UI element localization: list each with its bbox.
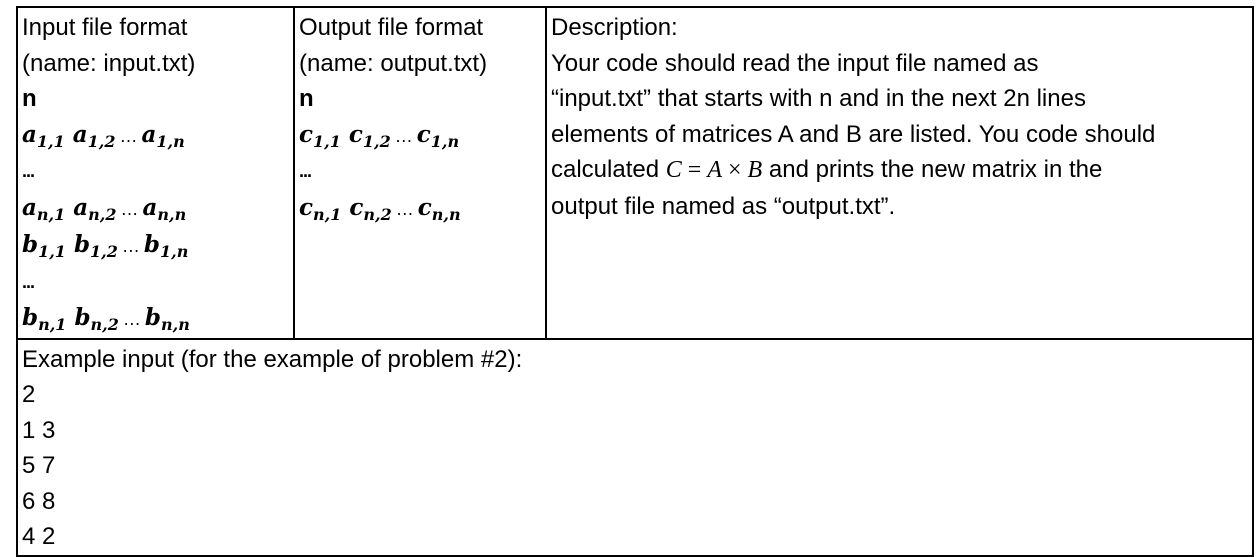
input-header-line1: Input file format	[22, 14, 188, 41]
input-header-line2: (name: input.txt)	[22, 49, 196, 77]
example-line: 6 8	[22, 487, 56, 515]
example-title: Example input (for the example of proble…	[22, 345, 523, 373]
output-header-line2: (name: output.txt)	[299, 49, 488, 77]
output-matrix-c-last-row: cn,1 cn,2… cn,n	[299, 193, 461, 224]
output-n: n	[299, 85, 314, 112]
input-vertical-dots-2: ...	[22, 271, 35, 292]
example-row: Example input (for the example of proble…	[16, 337, 1254, 557]
description-cell: Description: Your code should read the i…	[545, 6, 1254, 340]
output-vertical-dots: ...	[299, 161, 312, 181]
example-line: 5 7	[22, 452, 56, 479]
input-n: n	[22, 85, 37, 112]
input-matrix-a-first-row: a1,1 a1,2… a1,n	[22, 120, 185, 151]
equation-equals: =	[681, 157, 708, 183]
output-format-cell: Output file format (name: output.txt) n …	[293, 6, 547, 340]
equation-a: A	[707, 157, 722, 183]
example-line: 4 2	[22, 523, 56, 550]
input-vertical-dots-1: ...	[22, 161, 35, 181]
output-header-line1: Output file format	[299, 14, 484, 41]
document-page: Input file format (name: input.txt) n a1…	[0, 0, 1260, 557]
description-line-5: output file named as “output.txt”.	[551, 192, 896, 220]
input-matrix-b-last-row: bn,1 bn,2… bn,n	[22, 304, 190, 334]
example-cell: Example input (for the example of proble…	[16, 337, 1254, 557]
description-line-4: calculated C = A × B and prints the new …	[551, 156, 1103, 183]
description-line-1: Your code should read the input file nam…	[551, 49, 1039, 77]
example-line: 2	[22, 381, 36, 408]
output-matrix-c-first-row: c1,1 c1,2… c1,n	[299, 120, 460, 151]
input-format-cell: Input file format (name: input.txt) n a1…	[16, 6, 295, 340]
equation-b: B	[747, 157, 763, 183]
equation-c: C	[665, 157, 682, 183]
input-matrix-b-first-row: b1,1 b1,2… b1,n	[22, 231, 189, 261]
input-matrix-a-last-row: an,1 an,2… an,n	[22, 193, 187, 224]
example-line: 1 3	[22, 416, 56, 444]
format-row: Input file format (name: input.txt) n a1…	[16, 6, 1254, 340]
format-table: Input file format (name: input.txt) n a1…	[16, 6, 1254, 557]
description-title: Description:	[551, 14, 678, 41]
equation-times: ×	[721, 157, 748, 183]
description-line-2: “input.txt” that starts with n and in th…	[551, 85, 1086, 112]
description-line-3: elements of matrices A and B are listed.…	[551, 120, 1156, 148]
